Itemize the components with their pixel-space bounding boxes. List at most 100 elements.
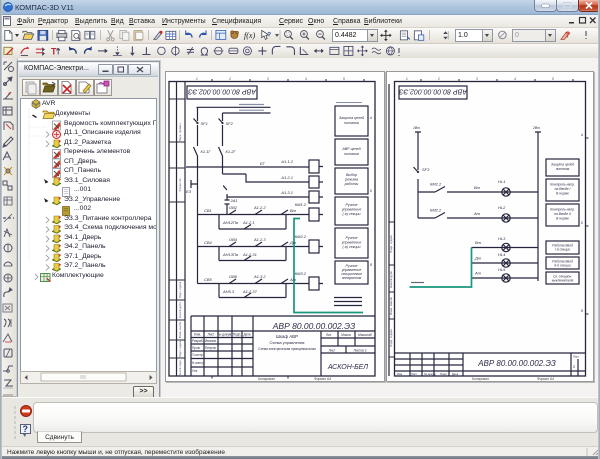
- svg-text:Справ. №: Справ. №: [178, 179, 182, 192]
- svg-text:на Вводе II: на Вводе II: [554, 212, 571, 216]
- svg-text:1: 1: [406, 77, 408, 81]
- svg-text:4: 4: [305, 77, 307, 81]
- svg-text:Копировал: Копировал: [258, 377, 275, 381]
- svg-text:Подп. и дата: Подп. и дата: [389, 329, 393, 347]
- svg-text:Дата: Дата: [452, 372, 459, 376]
- svg-text:А1.2.31: А1.2.31: [242, 252, 257, 257]
- svg-text:Схема электрическая принципиал: Схема электрическая принципиальная: [258, 347, 316, 351]
- svg-text:АВР 80.00.00.002.ЭЗ: АВР 80.00.00.002.ЭЗ: [272, 321, 356, 331]
- svg-text:Иванов: Иванов: [205, 339, 216, 343]
- svg-text:ЕЗ: ЕЗ: [186, 189, 192, 194]
- svg-text:№ докум.: № докум.: [218, 333, 232, 337]
- svg-text:А1.3.2: А1.3.2: [253, 274, 266, 279]
- svg-text:Вт: Вт: [474, 185, 481, 190]
- svg-text:Подп.: Подп.: [233, 333, 242, 337]
- svg-text:Инв.№ дубл.: Инв.№ дубл.: [389, 270, 393, 288]
- svg-text:2А1: 2А1: [230, 198, 238, 203]
- svg-text:питания: питания: [344, 152, 359, 156]
- svg-text:К1.2Г: К1.2Г: [226, 149, 237, 154]
- svg-text:ОВ6: ОВ6: [229, 274, 238, 279]
- svg-text:Б: Б: [581, 221, 583, 225]
- svg-text:Лист: Лист: [573, 355, 580, 359]
- svg-text:АВР 80.00.00.002.ЭЗ: АВР 80.00.00.002.ЭЗ: [187, 88, 257, 95]
- svg-text:управление: управление: [341, 208, 362, 212]
- svg-text:НL3: НL3: [498, 236, 506, 241]
- svg-text:5: 5: [552, 77, 554, 81]
- svg-text:Подп.: Подп.: [440, 372, 448, 376]
- svg-text:Н.контр.: Н.контр.: [192, 361, 204, 365]
- svg-text:КМ3.2: КМ3.2: [295, 271, 307, 276]
- svg-text:НL2: НL2: [498, 205, 506, 210]
- svg-text:Вт: Вт: [475, 240, 482, 245]
- svg-text:Формат А4: Формат А4: [314, 377, 331, 381]
- svg-text:выключателя: выключателя: [552, 279, 574, 283]
- svg-text:Подп. и дата: Подп. и дата: [389, 235, 393, 253]
- svg-text:АН13Пв: АН13Пв: [222, 252, 238, 257]
- svg-text:А1.2.3: А1.2.3: [253, 237, 266, 242]
- svg-text:Дт: Дт: [289, 240, 297, 245]
- svg-text:(-в) секции: (-в) секции: [342, 212, 360, 216]
- svg-text:Разраб.: Разраб.: [192, 339, 204, 343]
- svg-text:НL5: НL5: [498, 267, 506, 272]
- svg-text:В: В: [581, 309, 584, 313]
- svg-text:Лист: Лист: [411, 372, 418, 376]
- svg-text:СВ1: СВ1: [204, 208, 212, 213]
- svg-text:II-й секции: II-й секции: [554, 264, 570, 268]
- svg-text:Формат А4: Формат А4: [537, 377, 554, 381]
- svg-text:В норме: В норме: [556, 217, 569, 221]
- svg-text:?: ?: [267, 32, 271, 39]
- svg-text:А: А: [369, 116, 372, 120]
- svg-text:АВР 80.00.00.002.ЭЗ: АВР 80.00.00.002.ЭЗ: [398, 88, 468, 95]
- svg-text:А1.1.2: А1.1.2: [280, 159, 293, 164]
- svg-text:Ат: Ат: [289, 277, 297, 282]
- svg-text:В: В: [370, 263, 373, 267]
- svg-text:А1.2.1: А1.2.1: [280, 175, 293, 180]
- svg-text:А1.3.1: А1.3.1: [280, 190, 293, 195]
- svg-text:НL4: НL4: [498, 252, 506, 257]
- svg-text:управление: управление: [341, 241, 362, 245]
- svg-text:А1.2.2: А1.2.2: [253, 205, 266, 210]
- svg-text:Ручное: Ручное: [345, 236, 357, 240]
- svg-text:Утв.: Утв.: [192, 369, 198, 373]
- svg-text:2: 2: [437, 77, 440, 81]
- svg-text:2: 2: [573, 364, 576, 369]
- svg-text:Изм.: Изм.: [194, 333, 201, 337]
- svg-text:СВ4: СВ4: [204, 240, 213, 245]
- svg-text:Дата: Дата: [243, 333, 250, 337]
- svg-text:АН12Пв: АН12Пв: [222, 220, 238, 225]
- svg-text:Защита цепей: Защита цепей: [551, 163, 574, 167]
- svg-text:НL1: НL1: [498, 179, 505, 184]
- svg-text:Защита цепей: Защита цепей: [339, 116, 364, 120]
- svg-text:SF2: SF2: [226, 121, 234, 126]
- svg-text:Контроль напр.: Контроль напр.: [550, 183, 575, 187]
- svg-text:Б: Б: [370, 189, 372, 193]
- svg-text:Копировал: Копировал: [472, 377, 489, 381]
- svg-text:Лит.: Лит.: [326, 333, 332, 337]
- svg-text:питания: питания: [556, 167, 570, 171]
- svg-text:СВ5: СВ5: [204, 277, 213, 282]
- svg-text:Ат: Ат: [473, 211, 481, 216]
- svg-text:Ат: Ат: [474, 271, 482, 276]
- svg-text:Схема управления: Схема управления: [270, 340, 305, 345]
- svg-text:В норме: В норме: [556, 192, 569, 196]
- svg-text:№ докум.: № докум.: [424, 372, 437, 376]
- svg-text:Контроль напр.: Контроль напр.: [550, 208, 575, 212]
- svg-text:Масштаб: Масштаб: [358, 333, 372, 337]
- svg-text:АСКОН-БЕЛ: АСКОН-БЕЛ: [327, 364, 368, 371]
- svg-text:Т.контр.: Т.контр.: [192, 353, 204, 357]
- svg-text:режима: режима: [344, 178, 358, 182]
- svg-text:Взам. инв.№: Взам. инв.№: [389, 296, 393, 315]
- svg-text:АВР цепей: АВР цепей: [341, 147, 360, 151]
- svg-text:ОВ2: ОВ2: [229, 205, 238, 210]
- svg-text:f(x): f(x): [244, 31, 255, 40]
- svg-text:Лист: Лист: [329, 349, 336, 353]
- svg-text:работы: работы: [344, 182, 359, 186]
- svg-text:Инв.№ подл.: Инв.№ подл.: [178, 359, 182, 376]
- svg-text:SF3: SF3: [422, 167, 430, 172]
- svg-text:1Вт: 1Вт: [413, 126, 420, 130]
- svg-text:Шкаф АВР: Шкаф АВР: [276, 334, 298, 339]
- svg-text:4: 4: [514, 77, 516, 81]
- svg-text:аппаратом: аппаратом: [342, 276, 362, 280]
- svg-text:А1.2.1: А1.2.1: [242, 220, 255, 225]
- svg-text:Дт: Дт: [474, 256, 482, 261]
